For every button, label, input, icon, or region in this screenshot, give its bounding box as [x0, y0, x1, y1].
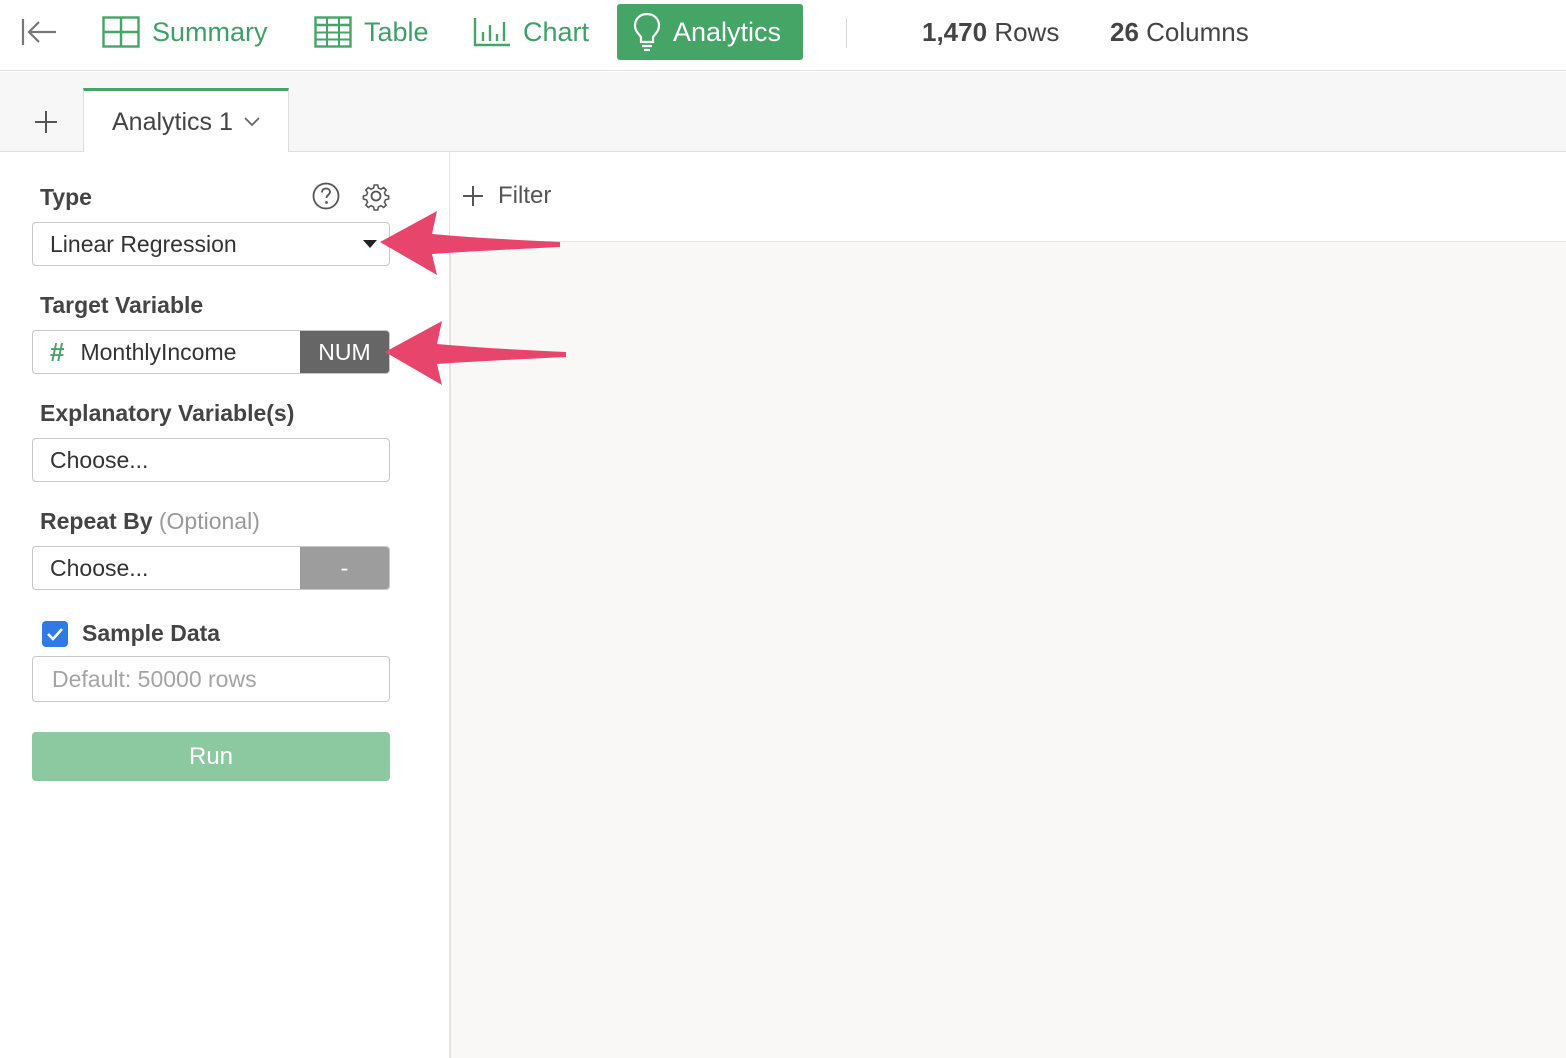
top-toolbar: Summary Table Chart Analytics 1,470 Rows…	[0, 0, 1566, 71]
bar-chart-icon	[473, 18, 510, 47]
help-icon[interactable]	[311, 181, 341, 211]
plus-icon	[463, 186, 483, 206]
explanatory-variables-label: Explanatory Variable(s)	[40, 400, 295, 426]
tab-table-label: Table	[364, 16, 429, 47]
add-filter-button[interactable]: Filter	[462, 182, 551, 210]
lightbulb-icon	[633, 12, 661, 52]
repeat-by-field: Choose... -	[32, 546, 390, 590]
tab-analytics[interactable]: Analytics	[617, 4, 803, 60]
tab-chart-label: Chart	[523, 16, 590, 47]
collapse-sidebar-button[interactable]	[18, 14, 60, 50]
columns-count: 26 Columns	[1110, 17, 1249, 48]
filter-bar: Filter	[450, 152, 1566, 242]
analytics-type-select[interactable]: Linear Regression	[32, 222, 390, 266]
target-variable-type-badge[interactable]: NUM	[300, 331, 389, 373]
tab-summary-label: Summary	[152, 16, 268, 47]
numeric-hash-icon: #	[50, 336, 65, 367]
checkmark-icon	[47, 628, 63, 641]
tab-table[interactable]: Table	[300, 4, 443, 60]
repeat-by-optional: (Optional)	[158, 508, 260, 534]
repeat-by-label-text: Repeat By	[40, 508, 153, 534]
analytics-config-panel: Type Linear Regression Target Variable #…	[20, 152, 450, 1058]
run-button[interactable]: Run	[32, 732, 390, 781]
analytics-output-area	[450, 242, 1566, 1058]
tab-analytics-label: Analytics	[673, 16, 782, 47]
target-variable-value: MonthlyIncome	[80, 338, 237, 365]
repeat-by-value: Choose...	[50, 554, 149, 581]
chevron-down-icon	[244, 117, 260, 127]
tab-chart[interactable]: Chart	[459, 4, 603, 60]
sample-size-input[interactable]	[32, 656, 390, 702]
table-icon	[314, 16, 352, 48]
gear-icon[interactable]	[360, 180, 392, 212]
explanatory-variables-value: Choose...	[50, 446, 149, 473]
caret-down-icon	[363, 240, 377, 248]
sheet-tab-analytics-1[interactable]: Analytics 1	[83, 88, 289, 153]
toolbar-divider	[846, 18, 847, 48]
repeat-by-label: Repeat By (Optional)	[40, 508, 260, 535]
rows-count-value: 1,470	[922, 17, 988, 47]
tab-summary[interactable]: Summary	[88, 4, 282, 60]
explanatory-variables-select[interactable]: Choose...	[32, 438, 390, 482]
rows-count: 1,470 Rows	[922, 17, 1059, 48]
columns-count-label: Columns	[1146, 17, 1249, 47]
type-label: Type	[40, 184, 92, 210]
plus-icon	[35, 111, 57, 133]
target-variable-field: # MonthlyIncome NUM	[32, 330, 390, 374]
summary-grid-icon	[102, 16, 140, 48]
sample-data-checkbox[interactable]	[42, 621, 68, 647]
target-variable-select[interactable]: # MonthlyIncome	[33, 331, 300, 373]
rows-count-label: Rows	[994, 17, 1060, 47]
sheet-tab-label: Analytics 1	[112, 107, 233, 136]
filter-label: Filter	[498, 182, 552, 209]
sample-data-label: Sample Data	[82, 620, 221, 646]
sheet-tab-strip: Analytics 1	[0, 72, 1566, 153]
analytics-type-value: Linear Regression	[50, 230, 237, 257]
repeat-by-type-badge[interactable]: -	[300, 547, 389, 589]
columns-count-value: 26	[1110, 17, 1139, 47]
repeat-by-select[interactable]: Choose...	[33, 547, 300, 589]
collapse-left-icon	[21, 19, 56, 45]
target-variable-label: Target Variable	[40, 292, 204, 318]
add-sheet-tab-button[interactable]	[26, 102, 66, 142]
